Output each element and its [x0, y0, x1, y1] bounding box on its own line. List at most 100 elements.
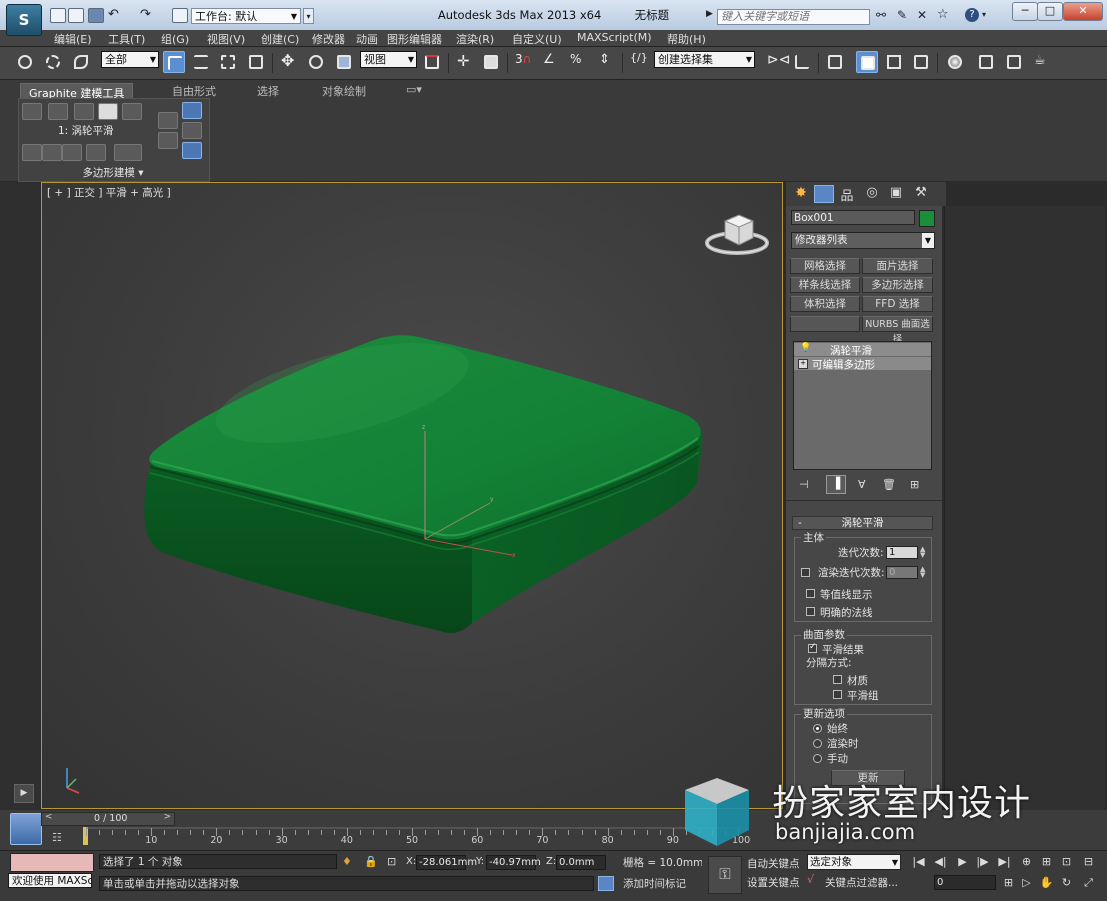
help-icon[interactable]: ? — [965, 8, 979, 22]
select-object-icon[interactable] — [163, 51, 185, 73]
ribbon-side-4-icon[interactable] — [182, 122, 202, 139]
zoom-extents-all-icon[interactable]: ⊟ — [1080, 854, 1097, 869]
open-file-icon[interactable] — [68, 8, 84, 23]
polygon-subobject-icon[interactable] — [98, 103, 118, 120]
remove-modifier-icon[interactable]: 🗑 — [882, 478, 896, 491]
isoline-checkbox[interactable] — [806, 589, 815, 598]
green-cushion-object[interactable] — [144, 323, 703, 633]
named-selection-dropdown[interactable]: 创建选择集 ▼ — [654, 51, 755, 68]
ribbon-panel-title[interactable]: 多边形建模 ▾ — [18, 165, 208, 180]
pin-stack-icon[interactable]: ⊣ — [799, 478, 809, 491]
turbosmooth-rollout-header[interactable]: - 涡轮平滑 — [792, 516, 933, 530]
perspective-viewport[interactable]: [ + ] 正交 ] 平滑 + 高光 ] z x y — [41, 182, 783, 809]
layer-manager-icon[interactable] — [824, 51, 846, 73]
track-bar-filter-icon[interactable]: ☷ — [52, 831, 68, 845]
unlink-selection-icon[interactable] — [42, 51, 64, 73]
spline-select-button[interactable]: 样条线选择 — [790, 277, 860, 293]
pivot-center-icon[interactable] — [421, 51, 443, 73]
display-panel-icon[interactable]: ▣ — [887, 185, 905, 203]
hierarchy-panel-icon[interactable]: 品 — [838, 185, 856, 204]
patch-select-button[interactable]: 面片选择 — [862, 258, 933, 274]
rectangular-selection-icon[interactable] — [217, 51, 239, 73]
snaps-toggle-icon[interactable]: 3∩ — [513, 51, 535, 73]
object-color-swatch[interactable] — [919, 210, 935, 227]
zoom-extents-icon[interactable]: ⊡ — [1058, 854, 1075, 869]
maxscript-listener-pink[interactable] — [10, 853, 94, 872]
select-by-name-icon[interactable] — [190, 51, 212, 73]
mini-listener-icon[interactable] — [10, 813, 42, 845]
material-editor-icon[interactable] — [944, 51, 966, 73]
next-frame-icon[interactable]: |▶ — [974, 854, 991, 869]
empty-modifier-button[interactable] — [790, 316, 860, 332]
selection-filter-dropdown[interactable]: 全部 ▼ — [101, 51, 159, 68]
viewcube-icon[interactable] — [705, 214, 769, 255]
modifier-stack[interactable]: 💡 涡轮平滑 + 可编辑多边形 — [793, 341, 932, 470]
smooth-result-checkbox[interactable]: ✓ — [808, 642, 817, 653]
configure-modifier-sets-icon[interactable]: ⊞ — [910, 478, 919, 491]
undo-icon[interactable]: ↶ — [108, 7, 119, 22]
menu-tools[interactable]: 工具(T) — [108, 31, 145, 47]
spinner-snap-icon[interactable]: ⇕ — [595, 51, 617, 73]
bind-to-space-warp-icon[interactable] — [70, 51, 92, 73]
keyboard-shortcut-override-icon[interactable] — [480, 51, 502, 73]
minimize-button[interactable]: ─ — [1012, 2, 1038, 21]
project-folder-icon[interactable] — [172, 8, 188, 23]
border-subobject-icon[interactable] — [74, 103, 94, 120]
set-key-icon[interactable]: ⚿ — [708, 856, 742, 894]
ribbon-side-5-icon[interactable] — [182, 142, 202, 159]
go-to-start-icon[interactable]: |◀ — [910, 854, 927, 869]
ribbon-tool-5-icon[interactable] — [114, 144, 142, 161]
menu-group[interactable]: 组(G) — [161, 31, 189, 47]
viewport-expand-icon[interactable]: ▶ — [14, 784, 34, 803]
render-iters-checkbox[interactable] — [801, 568, 810, 577]
utilities-panel-icon[interactable]: ⚒ — [912, 185, 930, 203]
ffd-select-button[interactable]: FFD 选择 — [862, 296, 933, 312]
material-checkbox[interactable] — [833, 675, 842, 684]
volume-select-button[interactable]: 体积选择 — [790, 296, 860, 312]
previous-frame-icon[interactable]: ◀| — [932, 854, 949, 869]
menu-rendering[interactable]: 渲染(R) — [456, 31, 494, 47]
zoom-icon[interactable]: ⊕ — [1018, 854, 1035, 869]
percent-snap-icon[interactable]: % — [567, 51, 589, 73]
time-tag-icon[interactable] — [598, 876, 614, 891]
select-and-scale-icon[interactable] — [333, 51, 355, 73]
smooth-groups-checkbox[interactable] — [833, 690, 842, 699]
play-icon[interactable]: ▶ — [954, 854, 971, 869]
object-name-input[interactable] — [791, 210, 915, 225]
select-and-link-icon[interactable] — [14, 51, 36, 73]
auto-key-button[interactable]: 自动关键点 — [747, 856, 800, 871]
nurbs-select-button[interactable]: NURBS 曲面选择 — [862, 316, 933, 345]
render-production-icon[interactable]: ☕ — [1031, 51, 1053, 73]
schematic-view-icon[interactable] — [910, 51, 932, 73]
render-iters-spinner-arrows-icon[interactable]: ▲ ▼ — [920, 566, 925, 579]
quick-access-more-icon[interactable]: ▾ — [303, 8, 314, 24]
ribbon-side-3-icon[interactable] — [182, 102, 202, 119]
select-and-move-icon[interactable]: ✥ — [278, 51, 300, 73]
update-manual-radio[interactable] — [813, 754, 822, 763]
new-file-icon[interactable] — [50, 8, 66, 23]
edge-subobject-icon[interactable] — [48, 103, 68, 120]
graphite-toggle-icon[interactable] — [856, 51, 878, 73]
render-iters-spinner[interactable]: 0 — [886, 566, 918, 579]
key-filters-button[interactable]: 关键点过滤器... — [825, 875, 898, 890]
update-always-radio[interactable] — [813, 724, 822, 733]
select-manipulate-icon[interactable]: ✛ — [453, 51, 475, 73]
mesh-select-button[interactable]: 网格选择 — [790, 258, 860, 274]
time-configuration-icon[interactable]: ⊞ — [1000, 875, 1017, 890]
time-slider[interactable]: < 0 / 100 > — [41, 812, 175, 826]
expand-plus-icon[interactable]: + — [798, 359, 808, 369]
menu-create[interactable]: 创建(C) — [261, 31, 299, 47]
current-frame-field[interactable]: 0 — [934, 875, 996, 890]
search-expand-icon[interactable]: ▶ — [706, 9, 716, 23]
stack-item-turbosmooth[interactable]: 💡 涡轮平滑 — [794, 343, 931, 357]
time-slider-prev-icon[interactable]: < — [45, 812, 53, 822]
favorites-star-icon[interactable]: ☆ — [937, 7, 949, 22]
iterations-spinner-arrows-icon[interactable]: ▲ ▼ — [920, 546, 925, 559]
menu-maxscript[interactable]: MAXScript(M) — [577, 31, 652, 44]
motion-panel-icon[interactable]: ◎ — [863, 185, 881, 203]
explicit-normals-checkbox[interactable] — [806, 607, 815, 616]
select-and-rotate-icon[interactable] — [305, 51, 327, 73]
x-coordinate-field[interactable]: -28.061mm — [416, 855, 477, 870]
ribbon-options-icon[interactable]: ▭▾ — [406, 83, 422, 96]
menu-graph-editors[interactable]: 图形编辑器 — [387, 31, 442, 47]
